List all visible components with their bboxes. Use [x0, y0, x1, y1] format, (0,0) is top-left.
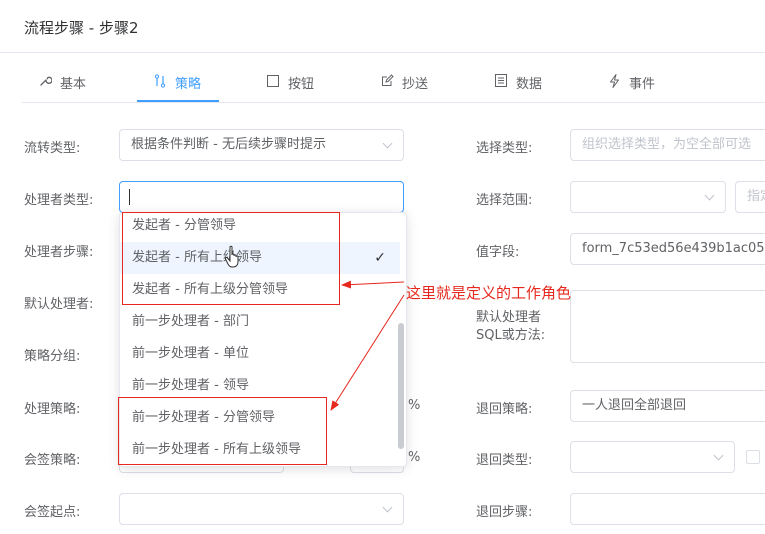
hand-cursor-icon [224, 245, 239, 268]
annotation-arrows [330, 280, 405, 411]
annotation-text: 这里就是定义的工作角色 [406, 284, 572, 302]
